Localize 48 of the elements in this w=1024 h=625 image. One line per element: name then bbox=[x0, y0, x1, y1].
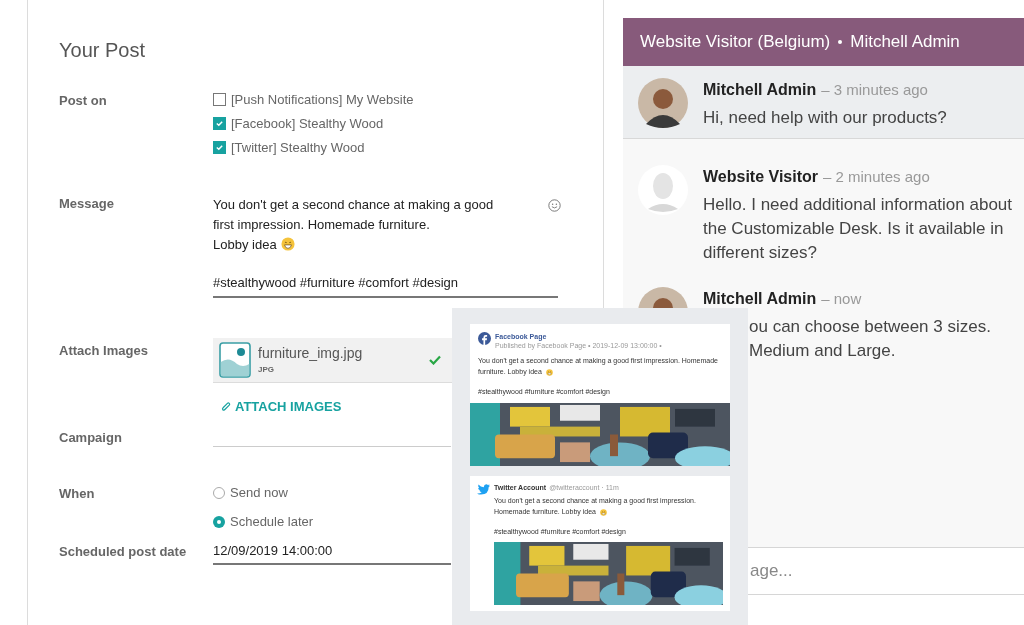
avatar bbox=[638, 78, 688, 128]
message-text: #stealthywood #furniture #comfort #design bbox=[213, 274, 458, 292]
file-type: JPG bbox=[258, 363, 275, 376]
chat-title: Website Visitor (Belgium) bbox=[640, 31, 831, 54]
avatar bbox=[638, 165, 688, 215]
check-icon bbox=[215, 143, 224, 152]
message-text: Hello. I need additional information about the Customizable Desk. Is it available in different sizes? bbox=[703, 194, 1014, 264]
grin-emoji-icon bbox=[280, 237, 295, 251]
form-title: Your Post bbox=[59, 38, 146, 62]
field-label: Message bbox=[59, 195, 115, 213]
grin-emoji-icon bbox=[599, 508, 607, 516]
checkbox-label: [Facebook] Stealthy Wood bbox=[231, 114, 384, 133]
message-time: – 2 minutes ago bbox=[823, 167, 930, 187]
chat-agent: Mitchell Admin bbox=[850, 31, 960, 54]
checkbox[interactable] bbox=[213, 141, 226, 154]
message-author: Website Visitor bbox=[703, 167, 818, 187]
message-text: ou can choose between 3 sizes. Medium and Large. bbox=[749, 316, 992, 362]
message-author: Mitchell Admin bbox=[703, 289, 817, 309]
message-text: You don't get a second chance at making a good bbox=[213, 196, 494, 214]
field-label: Campaign bbox=[59, 428, 123, 447]
checkbox[interactable] bbox=[213, 117, 226, 130]
grin-emoji-icon bbox=[545, 369, 553, 376]
paperclip-icon bbox=[221, 400, 232, 413]
checkbox-label: [Twitter] Stealthy Wood bbox=[231, 138, 365, 157]
radio-button[interactable] bbox=[213, 515, 225, 528]
check-icon bbox=[215, 119, 224, 128]
radio-button[interactable] bbox=[213, 486, 225, 499]
message-text: Lobby idea bbox=[213, 235, 295, 255]
field-label: Attach Images bbox=[59, 342, 149, 360]
message-time: – now bbox=[821, 289, 862, 309]
facebook-icon bbox=[478, 332, 491, 345]
message-time: – 3 minutes ago bbox=[821, 80, 928, 100]
radio-label: Send now bbox=[230, 483, 288, 502]
message-text: Hi, need help with our products? bbox=[703, 107, 948, 129]
message-text: first impression. Homemade furniture. bbox=[213, 216, 430, 234]
image-file-icon bbox=[219, 342, 251, 378]
field-label: When bbox=[59, 485, 96, 503]
bird-icon bbox=[477, 484, 490, 495]
date-field[interactable]: 12/09/2019 14:00:00 bbox=[213, 540, 451, 565]
field-label: Post on bbox=[59, 92, 108, 110]
radio-label: Schedule later bbox=[230, 512, 314, 531]
checkbox[interactable] bbox=[213, 93, 226, 106]
emoji-icon[interactable] bbox=[548, 199, 561, 212]
message-field[interactable]: You don't get a second chance at making a good first impression. Homemade furniture. Lobby idea #stealthywood #furniture #comfort #design bbox=[213, 193, 558, 298]
message-author: Mitchell Admin bbox=[703, 80, 817, 100]
field-label: Scheduled post date bbox=[59, 543, 188, 561]
checkbox-label: [Push Notifications] My Website bbox=[231, 90, 414, 109]
file-name: furniture_img.jpg bbox=[258, 344, 364, 361]
